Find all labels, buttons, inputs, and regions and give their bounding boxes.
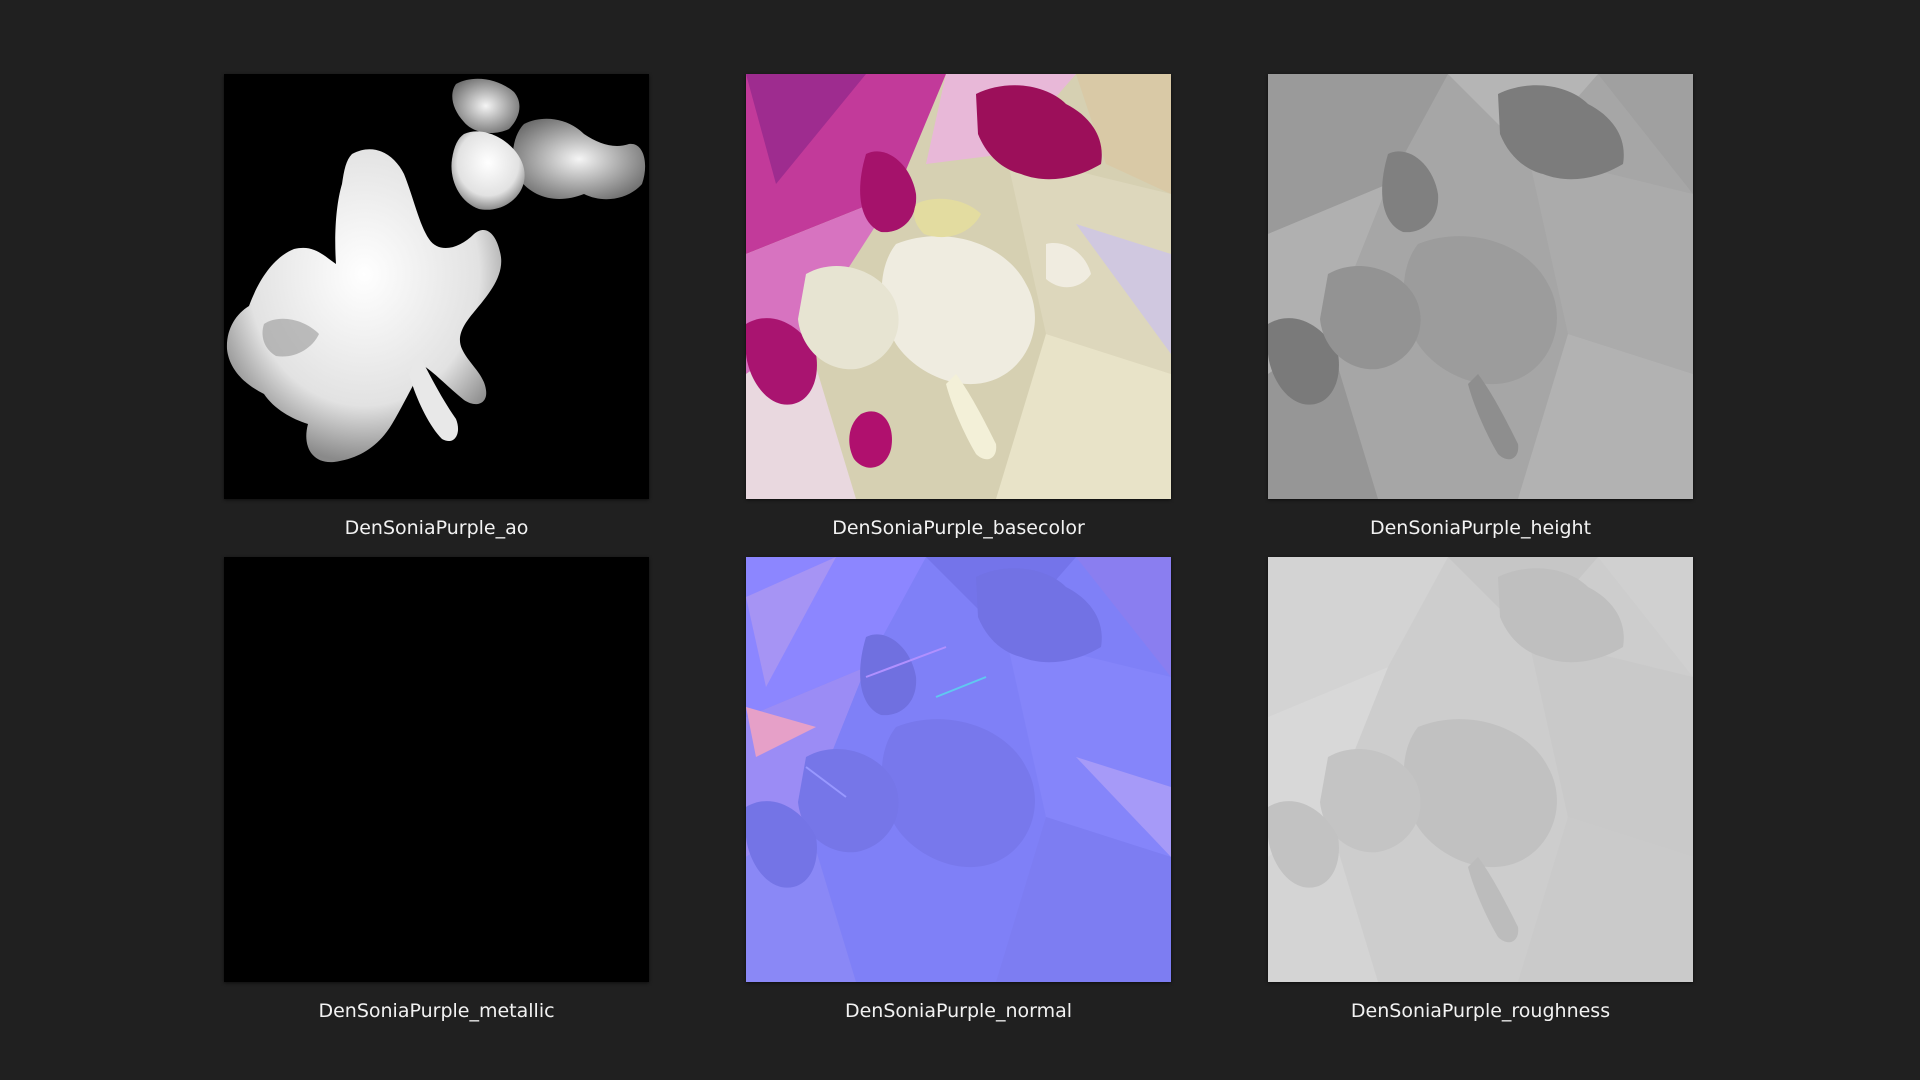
thumbnail-label: DenSoniaPurple_height bbox=[1369, 517, 1592, 539]
thumbnail-item-normal[interactable]: DenSoniaPurple_normal bbox=[746, 557, 1171, 1023]
thumbnail-item-roughness[interactable]: DenSoniaPurple_roughness bbox=[1268, 557, 1693, 1023]
metallic-map-image bbox=[224, 557, 649, 982]
thumbnail-label: DenSoniaPurple_metallic bbox=[318, 1000, 555, 1022]
thumbnail-item-basecolor[interactable]: DenSoniaPurple_basecolor bbox=[746, 74, 1171, 540]
thumbnail-item-ao[interactable]: DenSoniaPurple_ao bbox=[224, 74, 649, 540]
ao-map-thumbnail[interactable] bbox=[224, 74, 649, 499]
thumbnail-label: DenSoniaPurple_roughness bbox=[1350, 1000, 1611, 1022]
thumbnail-grid: DenSoniaPurple_ao DenSoniaPurple_basecol… bbox=[0, 0, 1920, 1080]
roughness-map-thumbnail[interactable] bbox=[1268, 557, 1693, 982]
basecolor-map-image bbox=[746, 74, 1171, 499]
metallic-map-thumbnail[interactable] bbox=[224, 557, 649, 982]
normal-map-image bbox=[746, 557, 1171, 982]
thumbnail-item-height[interactable]: DenSoniaPurple_height bbox=[1268, 74, 1693, 540]
roughness-map-image bbox=[1268, 557, 1693, 982]
height-map-thumbnail[interactable] bbox=[1268, 74, 1693, 499]
basecolor-map-thumbnail[interactable] bbox=[746, 74, 1171, 499]
normal-map-thumbnail[interactable] bbox=[746, 557, 1171, 982]
ao-map-image bbox=[224, 74, 649, 499]
height-map-image bbox=[1268, 74, 1693, 499]
thumbnail-label: DenSoniaPurple_basecolor bbox=[832, 517, 1085, 539]
thumbnail-label: DenSoniaPurple_ao bbox=[344, 517, 529, 539]
thumbnail-label: DenSoniaPurple_normal bbox=[844, 1000, 1073, 1022]
thumbnail-item-metallic[interactable]: DenSoniaPurple_metallic bbox=[224, 557, 649, 1023]
